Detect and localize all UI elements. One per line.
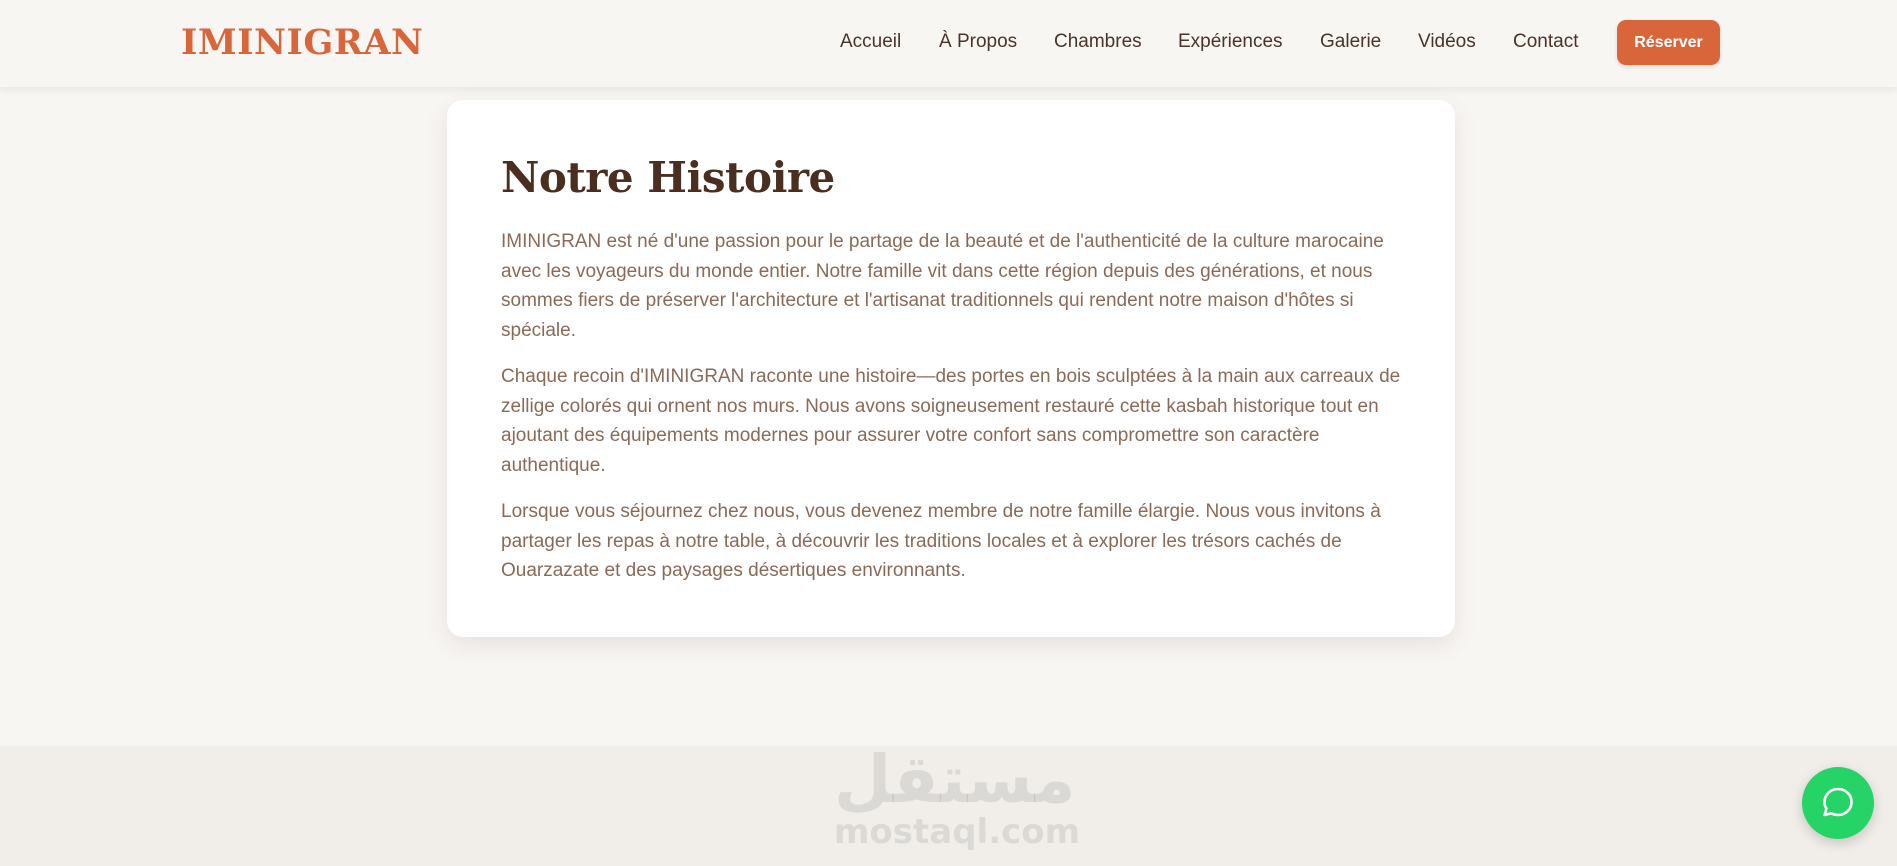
nav-link-experiences[interactable]: Expériences (1178, 30, 1283, 54)
watermark-latin-text: mostaql.com (834, 812, 1081, 852)
nav-link-accueil[interactable]: Accueil (840, 30, 901, 54)
story-paragraph-3: Lorsque vous séjournez chez nous, vous d… (501, 501, 1381, 581)
story-title: Notre Histoire (501, 153, 835, 202)
mostaql-watermark: مستقل mostaql.com (834, 740, 1081, 852)
story-paragraph-2: Chaque recoin d'IMINIGRAN raconte une hi… (501, 366, 1401, 476)
reserve-button[interactable]: Réserver (1617, 20, 1720, 65)
nav-link-chambres[interactable]: Chambres (1054, 30, 1142, 54)
nav-link-contact[interactable]: Contact (1513, 30, 1578, 54)
nav-link-galerie[interactable]: Galerie (1320, 30, 1381, 54)
story-card: Notre Histoire IMINIGRAN est né d'une pa… (447, 100, 1455, 637)
nav-link-videos[interactable]: Vidéos (1418, 30, 1476, 54)
whatsapp-chat-icon (1820, 784, 1856, 823)
top-navbar: IMINIGRAN Accueil À Propos Chambres Expé… (0, 0, 1897, 87)
story-paragraph-1: IMINIGRAN est né d'une passion pour le p… (501, 231, 1384, 341)
whatsapp-chat-button[interactable] (1802, 767, 1874, 839)
watermark-arabic-text: مستقل (834, 741, 1076, 818)
nav-link-a-propos[interactable]: À Propos (939, 30, 1017, 54)
main-nav: Accueil À Propos Chambres Expériences Ga… (0, 0, 1897, 87)
